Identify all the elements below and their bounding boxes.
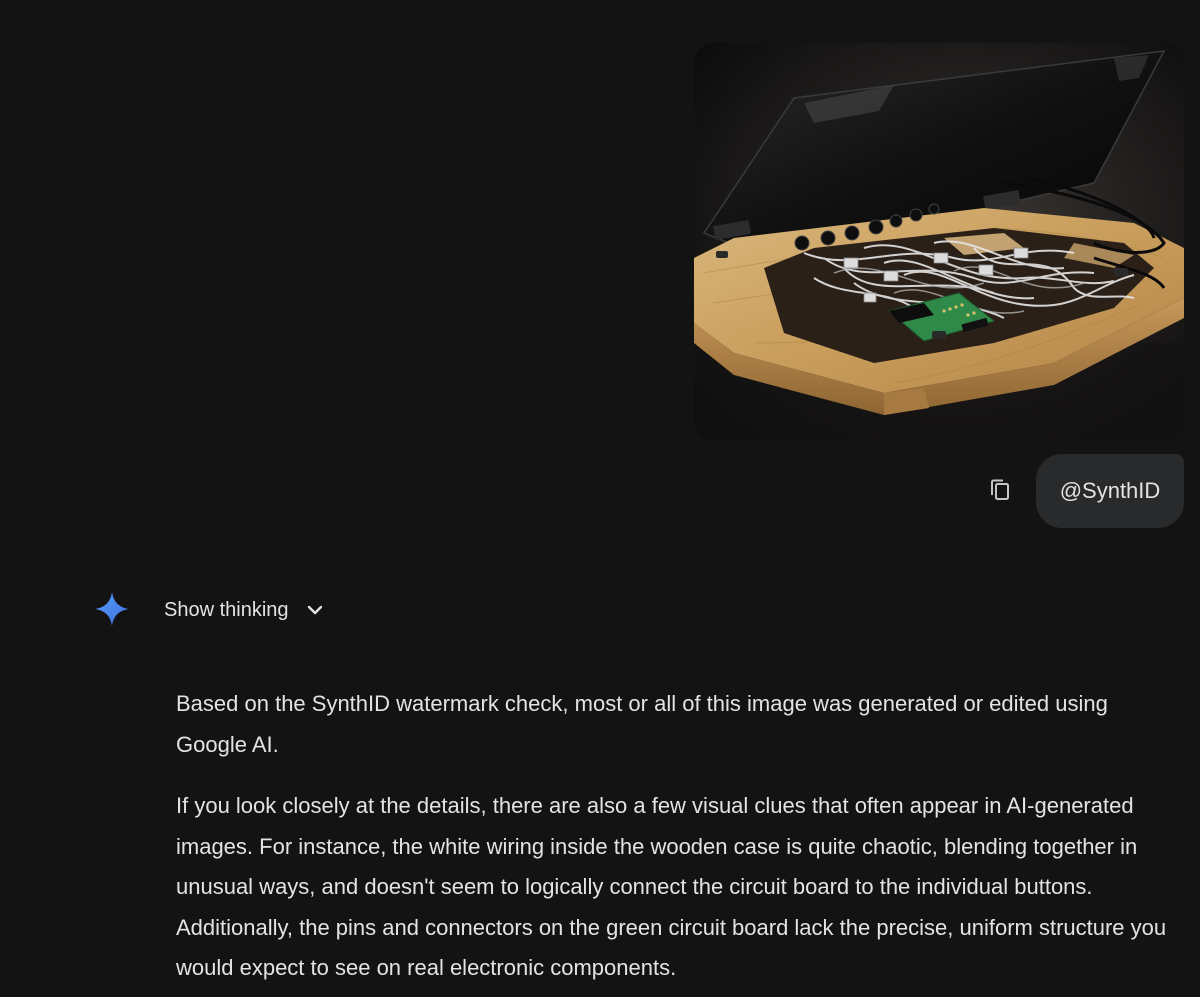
model-response: Based on the SynthID watermark check, mo… [176,684,1176,989]
wooden-case-illustration [694,43,1184,440]
uploaded-image[interactable] [694,43,1184,440]
copy-icon-glyph [991,479,1009,500]
show-thinking-toggle[interactable]: Show thinking [164,594,325,626]
chat-page: @SynthID Show thinking Based on the Synt… [0,0,1200,997]
user-prompt-bubble: @SynthID [1036,454,1184,528]
copy-icon[interactable] [980,470,1020,510]
user-prompt-text: @SynthID [1059,478,1161,503]
response-paragraph: Based on the SynthID watermark check, mo… [176,691,1108,757]
gemini-sparkle-icon [95,592,129,626]
response-paragraph: If you look closely at the details, ther… [176,793,1167,980]
chevron-down-icon [307,605,322,615]
show-thinking-label: Show thinking [164,598,289,621]
